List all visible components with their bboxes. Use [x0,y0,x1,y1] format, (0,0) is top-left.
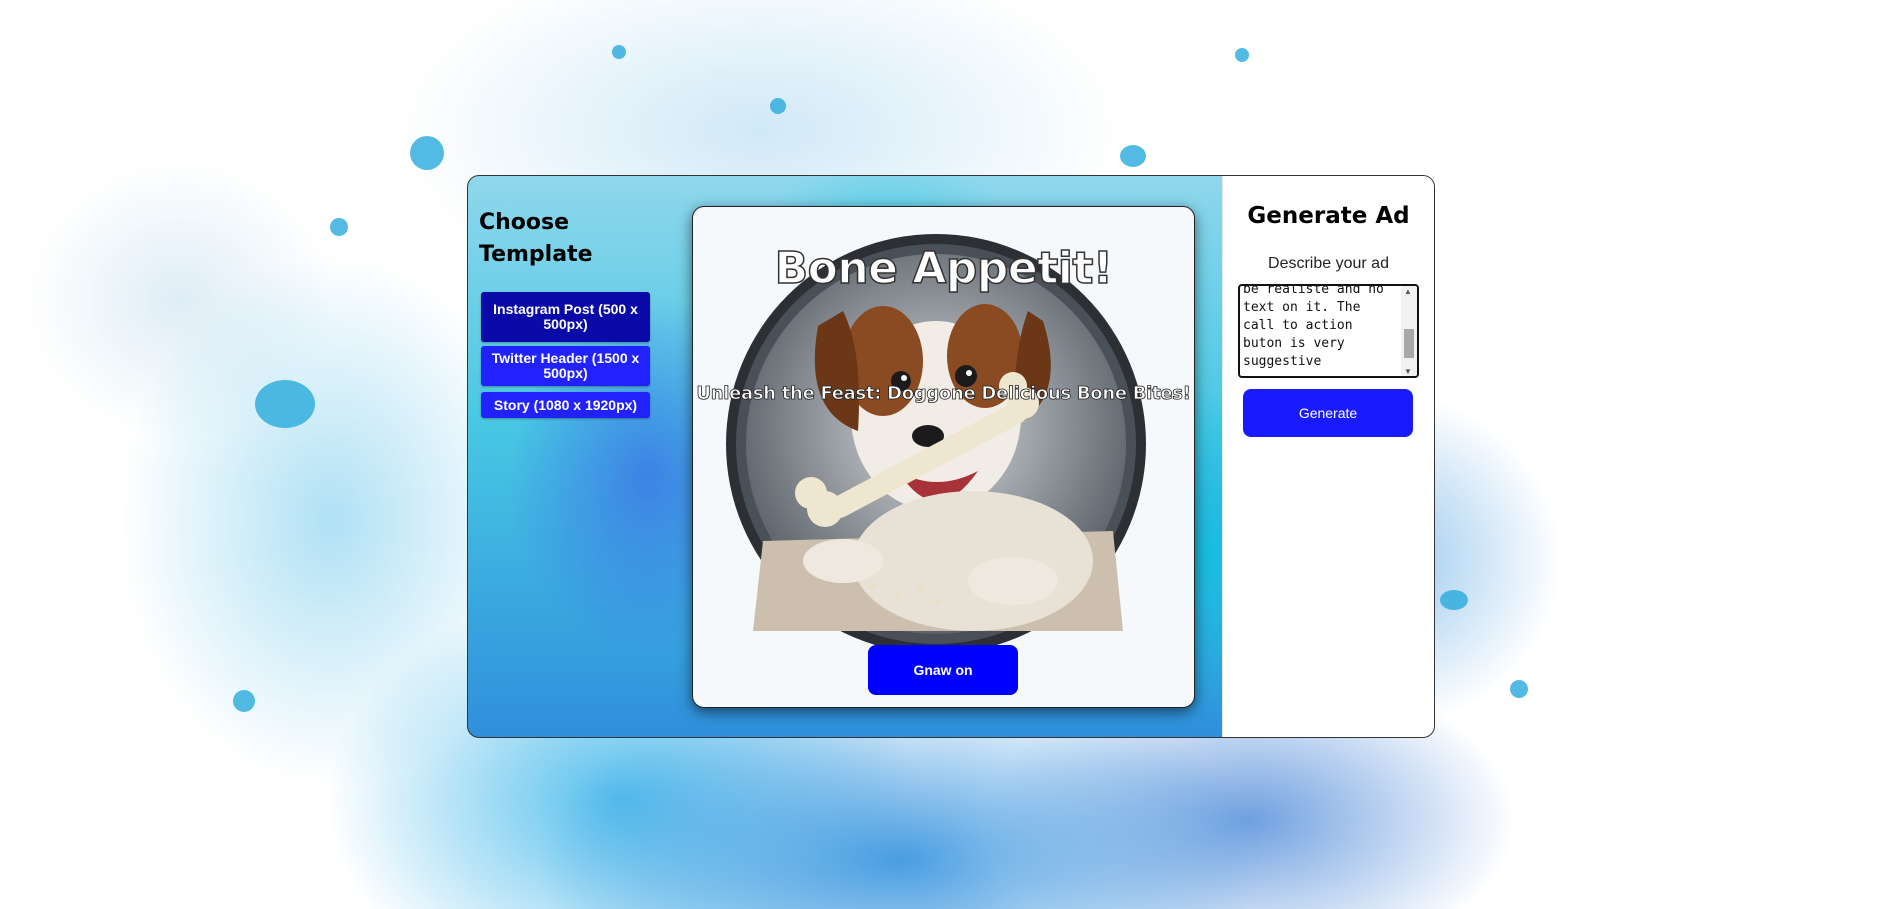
ad-description-textarea[interactable]: be realiste and no text on it. The call … [1238,284,1419,378]
paint-splatter [255,380,315,428]
paint-splatter [1235,48,1249,62]
template-twitter-header-button[interactable]: Twitter Header (1500 x 500px) [481,346,650,386]
ad-builder-panel: Choose Template Instagram Post (500 x 50… [467,175,1435,738]
scroll-thumb[interactable] [1404,329,1414,358]
ad-headline: Bone Appetit! [774,242,1114,295]
generate-button[interactable]: Generate [1243,389,1413,437]
paint-splatter [612,45,626,59]
ad-preview-canvas: Bone Appetit! Unleash the Feast: Doggone… [692,206,1195,708]
textarea-scrollbar[interactable]: ▲ ▼ [1401,286,1417,376]
generate-sidebar: Generate Ad Describe your ad be realiste… [1222,176,1434,737]
ad-description-text: be realiste and no text on it. The call … [1243,284,1384,369]
scroll-up-icon[interactable]: ▲ [1404,287,1412,296]
paint-splatter [770,98,786,114]
template-sidebar: Choose Template Instagram Post (500 x 50… [468,176,688,737]
call-to-action-button[interactable]: Gnaw on [868,645,1018,695]
choose-template-title: Choose Template [479,210,593,267]
scroll-down-icon[interactable]: ▼ [1404,367,1412,376]
paint-splatter [1440,590,1468,610]
template-story-button[interactable]: Story (1080 x 1920px) [481,392,650,418]
generate-ad-title: Generate Ad [1247,203,1410,229]
template-instagram-post-button[interactable]: Instagram Post (500 x 500px) [481,292,650,342]
dog-illustration [726,234,1146,654]
paint-splatter [233,690,255,712]
paint-splatter [1120,145,1146,167]
paint-splatter [1510,680,1528,698]
paint-splatter [410,136,444,170]
describe-ad-label: Describe your ad [1268,255,1389,272]
ad-subheadline: Unleash the Feast: Doggone Delicious Bon… [696,383,1191,405]
paint-splatter [330,218,348,236]
